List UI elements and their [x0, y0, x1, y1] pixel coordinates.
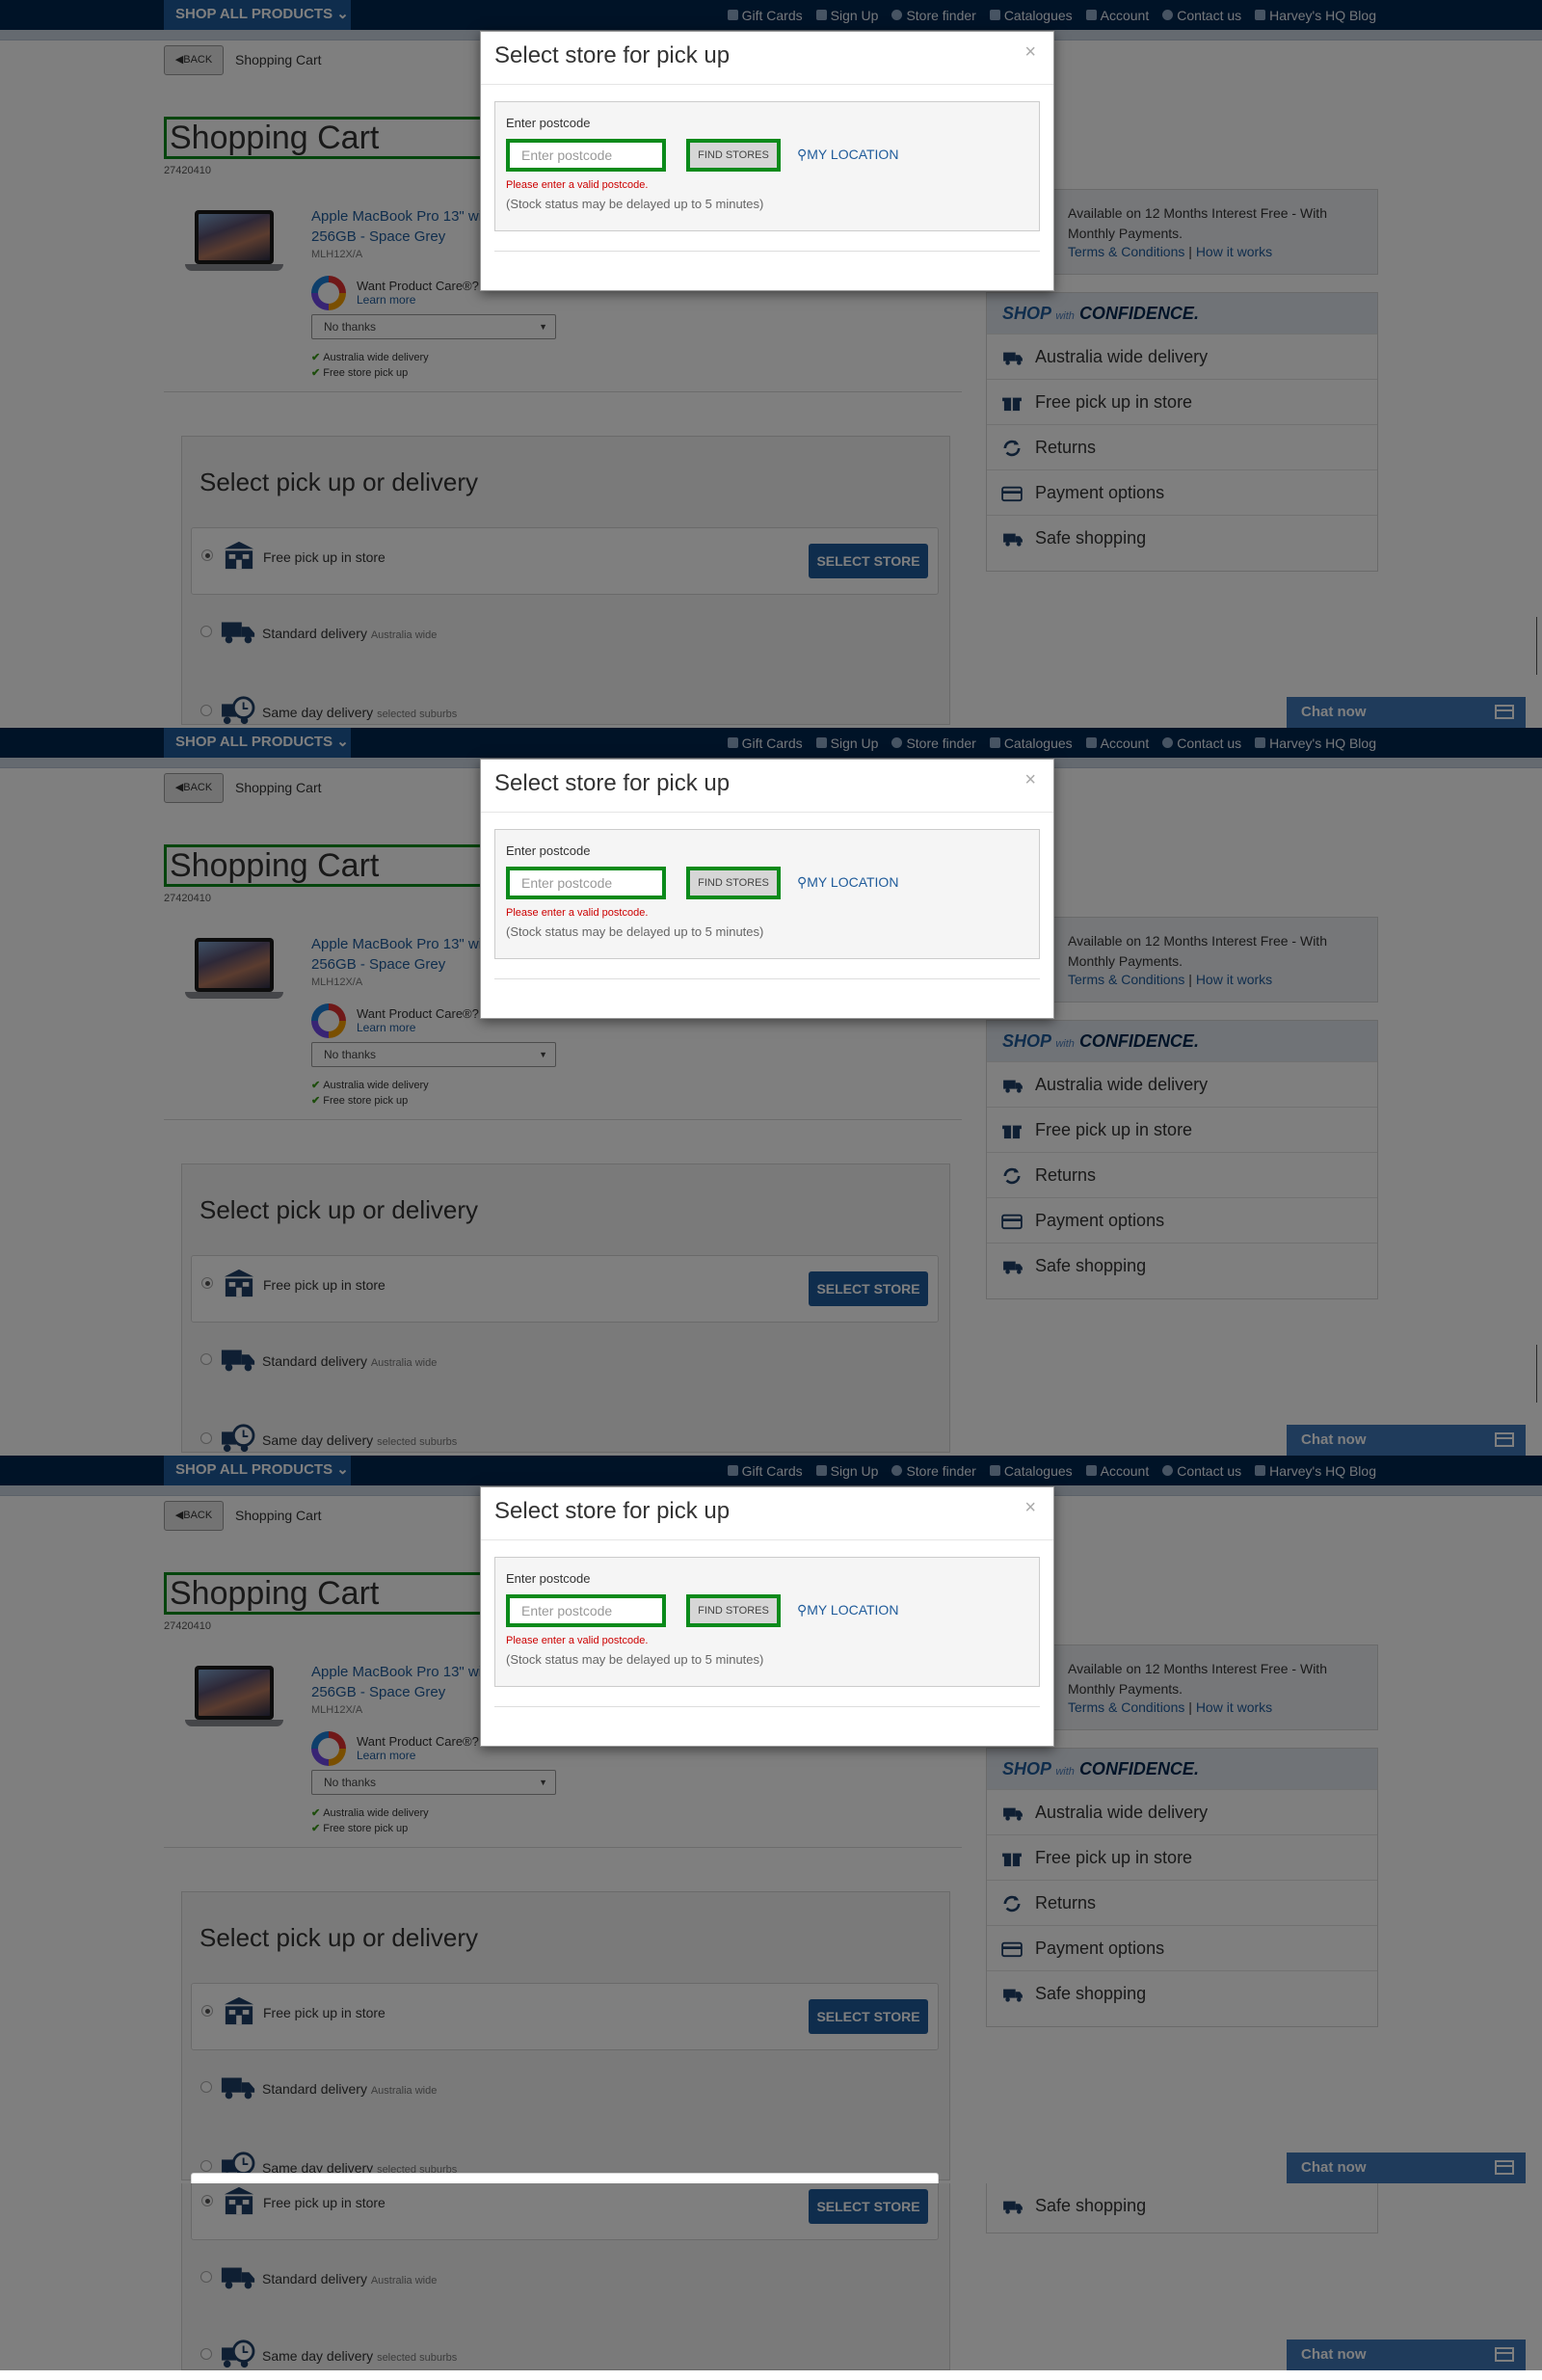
- stock-status-note: (Stock status may be delayed up to 5 min…: [506, 924, 764, 939]
- postcode-label: Enter postcode: [506, 1571, 591, 1586]
- close-icon[interactable]: ×: [1024, 769, 1036, 791]
- screenshot-frame: SHOP ALL PRODUCTS ⌄ Gift CardsSign UpSto…: [0, 0, 1542, 728]
- screenshot-frame: SHOP ALL PRODUCTS ⌄ Gift CardsSign UpSto…: [0, 1456, 1542, 2370]
- scroll-overlap-region: Free pick up in store SELECT STORE Stand…: [0, 2173, 1542, 2370]
- select-store-modal: Select store for pick up × Enter postcod…: [480, 31, 1054, 291]
- my-location-link[interactable]: ⚲MY LOCATION: [797, 874, 898, 891]
- modal-title: Select store for pick up: [494, 42, 731, 68]
- select-store-modal: Select store for pick up × Enter postcod…: [480, 1486, 1054, 1747]
- postcode-error: Please enter a valid postcode.: [506, 1635, 649, 1646]
- page-root: SHOP ALL PRODUCTS ⌄ Gift CardsSign UpSto…: [0, 0, 1542, 2380]
- map-marker-icon: ⚲: [797, 874, 808, 890]
- modal-title: Select store for pick up: [494, 770, 731, 796]
- close-icon[interactable]: ×: [1024, 41, 1036, 64]
- modal-title: Select store for pick up: [494, 1498, 731, 1524]
- close-icon[interactable]: ×: [1024, 1497, 1036, 1519]
- stock-status-note: (Stock status may be delayed up to 5 min…: [506, 1652, 764, 1667]
- find-stores-button[interactable]: FIND STORES: [686, 1594, 781, 1627]
- postcode-form: Enter postcode FIND STORES ⚲MY LOCATION …: [494, 101, 1040, 231]
- postcode-label: Enter postcode: [506, 116, 591, 130]
- find-stores-button[interactable]: FIND STORES: [686, 139, 781, 172]
- find-stores-button[interactable]: FIND STORES: [686, 867, 781, 899]
- map-marker-icon: ⚲: [797, 1602, 808, 1618]
- postcode-input[interactable]: [506, 139, 666, 172]
- modal-backdrop: [0, 2183, 1542, 2370]
- postcode-form: Enter postcode FIND STORES ⚲MY LOCATION …: [494, 829, 1040, 959]
- map-marker-icon: ⚲: [797, 147, 808, 162]
- postcode-error: Please enter a valid postcode.: [506, 907, 649, 919]
- postcode-label: Enter postcode: [506, 843, 591, 858]
- postcode-input[interactable]: [506, 867, 666, 899]
- my-location-link[interactable]: ⚲MY LOCATION: [797, 147, 898, 163]
- stock-status-note: (Stock status may be delayed up to 5 min…: [506, 197, 764, 211]
- my-location-link[interactable]: ⚲MY LOCATION: [797, 1602, 898, 1618]
- postcode-error: Please enter a valid postcode.: [506, 179, 649, 191]
- postcode-input[interactable]: [506, 1594, 666, 1627]
- postcode-form: Enter postcode FIND STORES ⚲MY LOCATION …: [494, 1557, 1040, 1687]
- select-store-modal: Select store for pick up × Enter postcod…: [480, 759, 1054, 1019]
- screenshot-frame: SHOP ALL PRODUCTS ⌄ Gift CardsSign UpSto…: [0, 728, 1542, 1456]
